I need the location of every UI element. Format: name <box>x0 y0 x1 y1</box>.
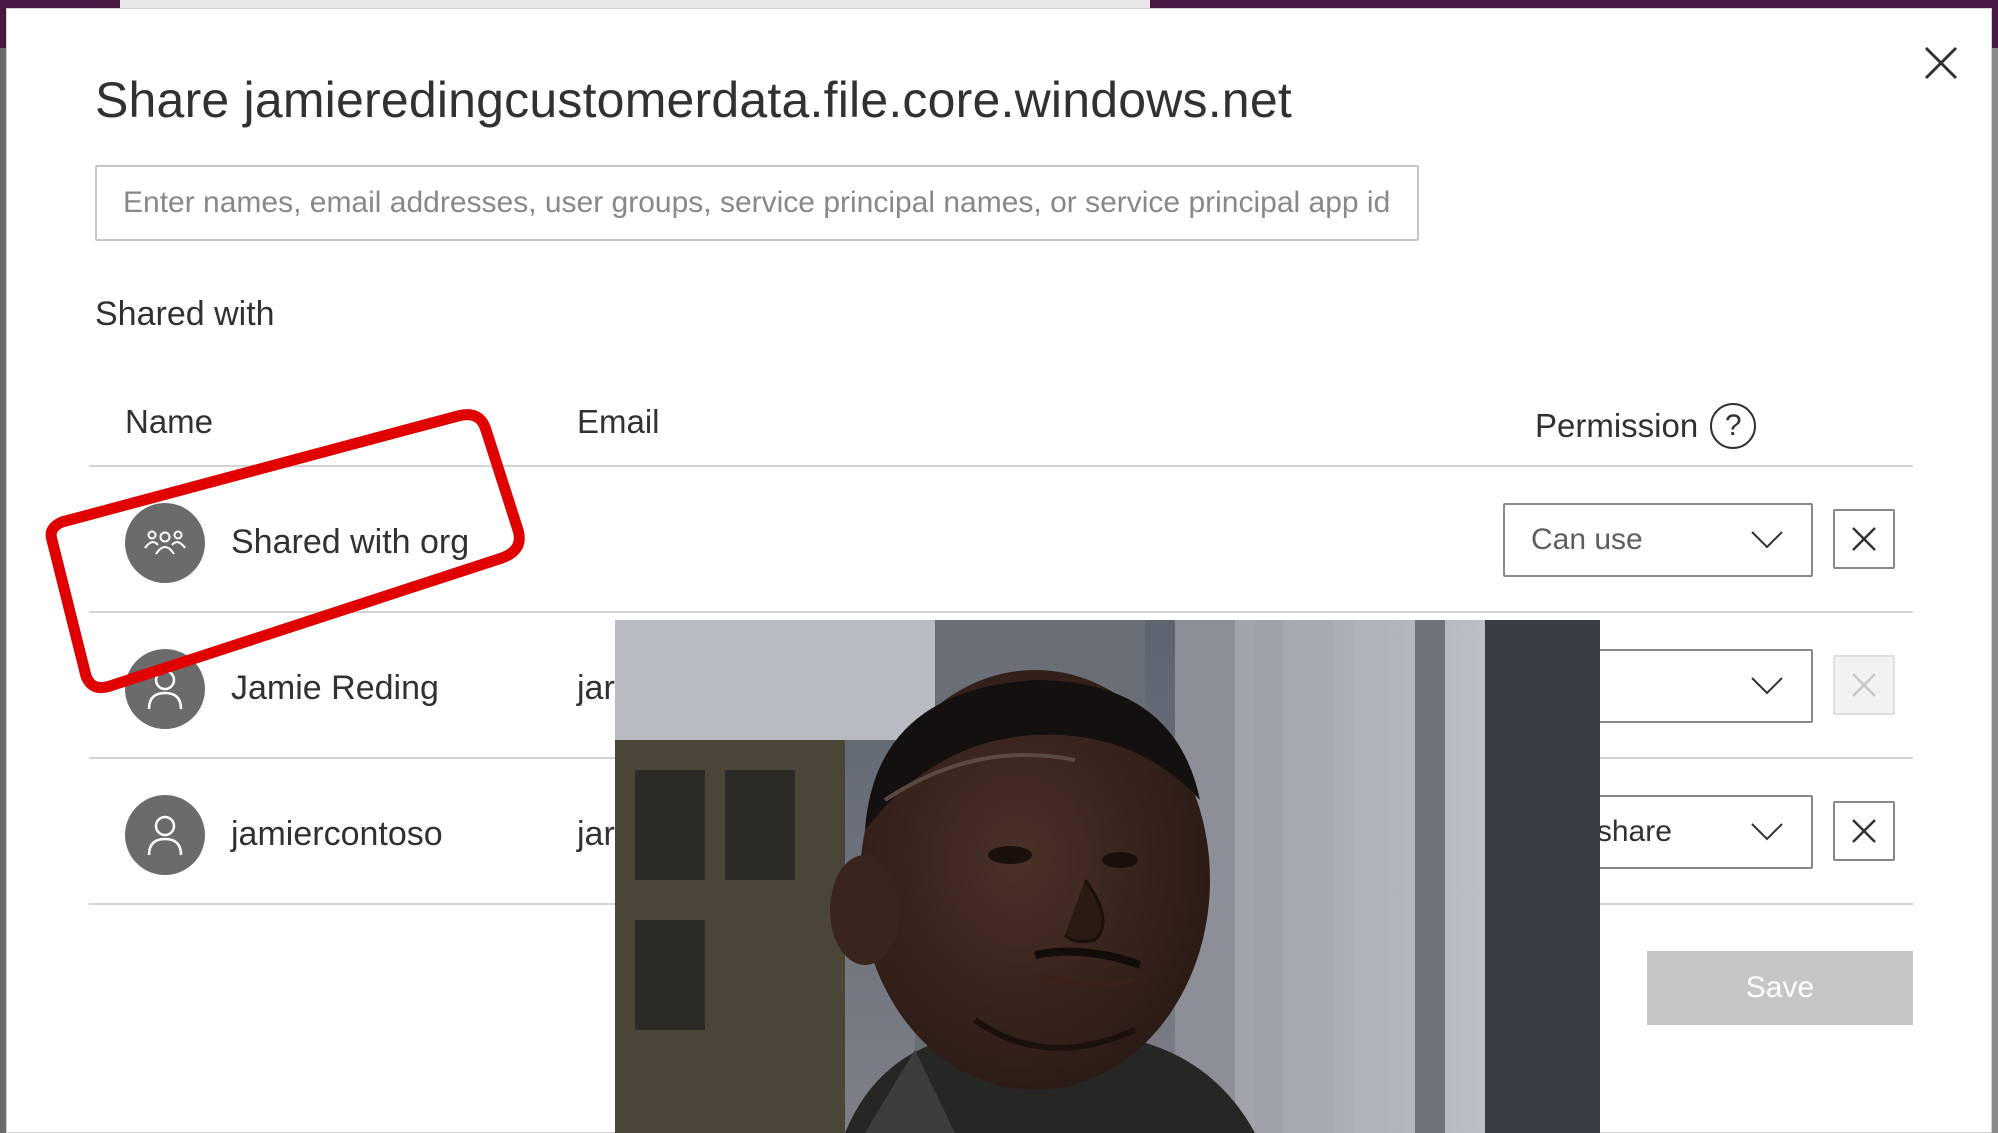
meme-photo <box>615 620 1600 1133</box>
background-edge-right <box>1992 48 1998 1133</box>
permission-value: Can use <box>1531 523 1643 556</box>
row-email: jar <box>577 669 615 707</box>
permission-header-label: Permission <box>1535 407 1699 444</box>
close-icon <box>1852 819 1876 843</box>
shared-with-label: Shared with <box>95 295 275 333</box>
avatar <box>125 649 205 729</box>
close-icon <box>1852 673 1876 697</box>
remove-access-button[interactable] <box>1833 801 1895 861</box>
remove-access-button[interactable] <box>1833 655 1895 715</box>
chevron-down-icon <box>1749 814 1785 850</box>
meme-photo-illustration <box>615 620 1600 1133</box>
row-email: jar <box>577 815 615 853</box>
table-row: Shared with org Can use <box>89 467 1913 613</box>
person-icon <box>147 669 183 710</box>
row-name: Shared with org <box>231 523 470 561</box>
column-header-permission: Permission ? <box>1535 403 1757 449</box>
chevron-down-icon <box>1749 668 1785 704</box>
row-name: Jamie Reding <box>231 669 439 707</box>
share-search-input[interactable] <box>95 165 1419 241</box>
person-icon <box>147 815 183 856</box>
close-icon <box>1852 527 1876 551</box>
save-button[interactable]: Save <box>1647 951 1913 1025</box>
close-icon <box>1924 46 1958 80</box>
table-header: Name Email Permission ? <box>89 397 1913 467</box>
remove-access-button[interactable] <box>1833 509 1895 569</box>
help-icon[interactable]: ? <box>1710 403 1757 449</box>
dialog-title: Share jamieredingcustomerdata.file.core.… <box>95 72 1292 128</box>
column-header-email: Email <box>577 403 660 440</box>
permission-dropdown[interactable]: Can use <box>1503 503 1813 577</box>
avatar <box>125 503 205 583</box>
avatar <box>125 795 205 875</box>
close-button[interactable] <box>1913 35 1969 91</box>
column-header-name: Name <box>125 403 214 440</box>
row-name: jamiercontoso <box>231 815 443 853</box>
group-icon <box>144 530 186 555</box>
chevron-down-icon <box>1749 522 1785 558</box>
